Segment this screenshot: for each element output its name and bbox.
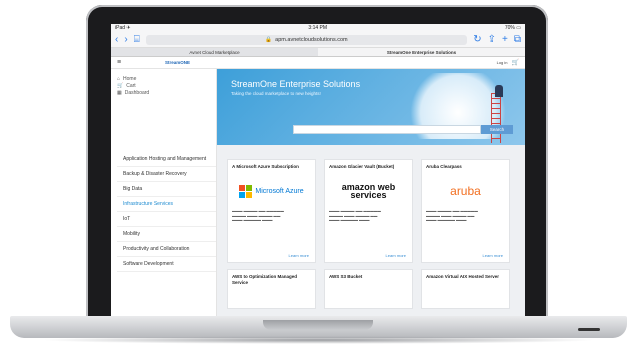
browser-toolbar: ‹ › ⌸ 🔒 apm.avnetcloudsolutions.com ↻ ⇪ …	[111, 32, 525, 48]
aruba-logo: aruba	[426, 178, 505, 204]
sidebar-item-cart[interactable]: 🛒 Cart	[117, 82, 216, 89]
logo-text: Microsoft Azure	[255, 187, 304, 195]
product-cards: A Microsoft Azure Subscription Microsoft…	[227, 159, 510, 309]
card-title: Aruba Clearpass	[426, 164, 462, 169]
bookmarks-icon[interactable]: ⌸	[134, 34, 140, 45]
sidebar-item-home[interactable]: ⌂ Home	[117, 75, 216, 82]
category-item[interactable]: Backup & Disaster Recovery	[117, 167, 216, 182]
status-bar: iPad ✈ 3:14 PM 70% ▭	[111, 24, 525, 32]
card-description: ▬▬▬ ▬▬▬▬ ▬▬ ▬▬▬▬▬ ▬▬▬▬ ▬▬▬ ▬▬▬▬ ▬▬ ▬▬▬ ▬▬▬…	[426, 209, 478, 222]
main-area: StreamOne Enterprise Solutions Taking th…	[217, 69, 525, 316]
laptop-notch	[263, 320, 373, 330]
tab-streamone[interactable]: StreamOne Enterprise Solutions	[318, 48, 525, 56]
laptop-screen: iPad ✈ 3:14 PM 70% ▭ ‹ › ⌸ 🔒 apm.avnetcl…	[111, 24, 525, 316]
back-icon[interactable]: ‹	[115, 34, 118, 45]
tab-avnet-marketplace[interactable]: Avnet Cloud Marketplace	[111, 48, 318, 56]
card-title: Amazon Virtual AIX Hosted Server	[426, 274, 500, 279]
forward-icon[interactable]: ›	[124, 34, 127, 45]
learn-more-link[interactable]: Learn more	[289, 253, 309, 258]
product-card-azure[interactable]: A Microsoft Azure Subscription Microsoft…	[227, 159, 316, 263]
home-icon: ⌂	[117, 75, 121, 82]
browser-tabs: Avnet Cloud Marketplace StreamOne Enterp…	[111, 48, 525, 57]
lock-icon: 🔒	[265, 36, 273, 43]
cart-icon: 🛒	[117, 82, 124, 89]
address-text: apm.avnetcloudsolutions.com	[275, 36, 348, 43]
search-button[interactable]: Search	[481, 125, 513, 134]
page-content: ⌂ Home 🛒 Cart ▦ Dashboard Application Hosti…	[111, 69, 525, 316]
category-item[interactable]: Software Development	[117, 257, 216, 272]
status-left: iPad ✈	[115, 25, 131, 31]
learn-more-link[interactable]: Learn more	[386, 253, 406, 258]
search-input[interactable]	[293, 125, 481, 134]
new-tab-icon[interactable]: +	[502, 34, 508, 45]
microsoft-icon	[239, 184, 253, 198]
product-card-glacier[interactable]: Amazon Glacier Vault (Bucket) amazon web…	[324, 159, 413, 263]
card-title: AWS S3 Bucket	[329, 274, 363, 279]
category-item[interactable]: Application Hosting and Management	[117, 152, 216, 167]
sidebar-label: Cart	[126, 82, 136, 89]
tabs-icon[interactable]: ⧉	[514, 34, 521, 45]
category-item-active[interactable]: Infrastructure Services	[117, 197, 216, 212]
dashboard-icon: ▦	[117, 89, 122, 96]
site-logo[interactable]: StreamONE	[165, 60, 190, 65]
laptop-slot	[578, 328, 600, 331]
product-card-aruba[interactable]: Aruba Clearpass aruba ▬▬▬ ▬▬▬▬ ▬▬ ▬▬▬▬▬ ▬…	[421, 159, 510, 263]
logo-text: amazon web services	[341, 182, 396, 200]
tab-label: Avnet Cloud Marketplace	[189, 49, 240, 55]
card-description: ▬▬▬ ▬▬▬▬ ▬▬ ▬▬▬▬▬ ▬▬▬▬ ▬▬▬ ▬▬▬▬ ▬▬ ▬▬▬ ▬▬▬…	[232, 209, 284, 222]
login-link[interactable]: Log in	[497, 60, 508, 65]
category-item[interactable]: Big Data	[117, 182, 216, 197]
ladder-graphic	[491, 93, 501, 143]
card-title: AWS to Optimization Managed Service	[232, 274, 297, 285]
reload-icon[interactable]: ↻	[473, 34, 481, 45]
product-card-aws-optimization[interactable]: AWS to Optimization Managed Service	[227, 269, 316, 309]
menu-icon[interactable]: ≡	[117, 59, 125, 66]
category-item[interactable]: Mobility	[117, 227, 216, 242]
sidebar: ⌂ Home 🛒 Cart ▦ Dashboard Application Hosti…	[111, 69, 217, 316]
category-item[interactable]: Productivity and Collaboration	[117, 242, 216, 257]
hero-subtitle: Taking the cloud marketplace to new heig…	[231, 91, 321, 96]
category-item[interactable]: IoT	[117, 212, 216, 227]
sidebar-label: Home	[123, 75, 137, 82]
card-title: Amazon Glacier Vault (Bucket)	[329, 164, 395, 169]
tab-label: StreamOne Enterprise Solutions	[386, 49, 457, 55]
status-right: 70% ▭	[504, 25, 521, 31]
azure-logo: Microsoft Azure	[232, 178, 311, 204]
person-graphic	[495, 85, 503, 97]
cart-icon[interactable]: 🛒	[512, 59, 519, 66]
share-icon[interactable]: ⇪	[488, 34, 496, 45]
address-bar[interactable]: 🔒 apm.avnetcloudsolutions.com	[145, 34, 468, 45]
learn-more-link[interactable]: Learn more	[483, 253, 503, 258]
site-header: ≡ StreamONE Log in 🛒	[111, 57, 525, 69]
product-card-aws-s3[interactable]: AWS S3 Bucket	[324, 269, 413, 309]
sidebar-item-dashboard[interactable]: ▦ Dashboard	[117, 89, 216, 96]
sidebar-label: Dashboard	[124, 89, 150, 96]
card-title: A Microsoft Azure Subscription	[232, 164, 299, 169]
logo-text: aruba	[450, 184, 481, 198]
status-time: 3:14 PM	[308, 25, 328, 31]
aws-logo: amazon web services	[329, 178, 408, 204]
hero-banner: StreamOne Enterprise Solutions Taking th…	[217, 69, 525, 145]
hero-title: StreamOne Enterprise Solutions	[231, 79, 361, 89]
laptop-shadow	[40, 336, 597, 344]
card-description: ▬▬▬ ▬▬▬▬ ▬▬ ▬▬▬▬▬ ▬▬▬▬ ▬▬▬ ▬▬▬▬ ▬▬ ▬▬▬ ▬▬▬…	[329, 209, 381, 222]
product-card-aix-server[interactable]: Amazon Virtual AIX Hosted Server	[421, 269, 510, 309]
laptop-mockup: iPad ✈ 3:14 PM 70% ▭ ‹ › ⌸ 🔒 apm.avnetcl…	[0, 0, 637, 351]
